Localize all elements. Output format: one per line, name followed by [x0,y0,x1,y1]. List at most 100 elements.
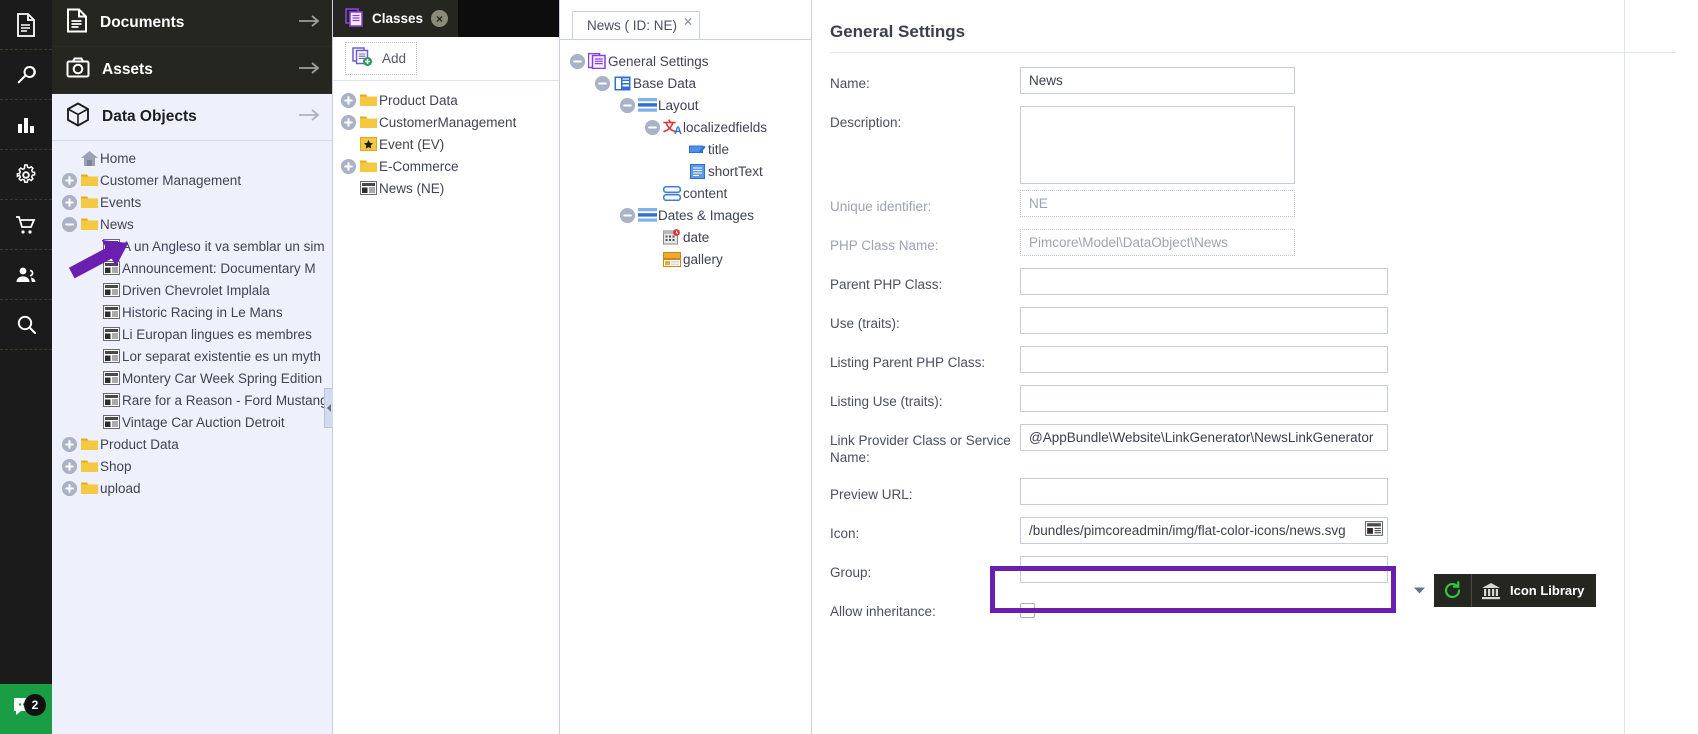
rail-item-customers[interactable] [0,250,52,300]
base-data-icon [611,76,633,91]
rail-item-settings[interactable] [0,150,52,200]
add-class-button[interactable]: Add [345,42,418,75]
description-textarea[interactable] [1020,106,1295,184]
definition-tree-item[interactable]: content [560,182,811,204]
expand-icon[interactable] [339,113,357,131]
definition-tree-item[interactable]: 文 Alocalizedfields [560,116,811,138]
definition-tree-item[interactable]: Base Data [560,72,811,94]
rail-spacer [0,350,52,734]
tree-item-label: Rare for a Reason - Ford Mustang [122,392,328,408]
tree-item[interactable]: upload [52,477,332,499]
tree-item[interactable]: Vintage Car Auction Detroit [52,411,332,433]
refresh-icon[interactable] [1434,574,1472,607]
expand-icon[interactable] [60,193,78,211]
expand-icon[interactable] [339,157,357,175]
tree-expander-spacer [82,347,100,365]
icon-library-button[interactable]: Icon Library [1434,574,1597,607]
definition-tree-item[interactable]: Dates & Images [560,204,811,226]
rail-item-documents[interactable] [0,0,52,50]
chat-support-button[interactable]: 2 [0,684,52,734]
class-tree-item[interactable]: Product Data [333,89,559,111]
definition-tree-item[interactable]: date [560,226,811,248]
field-label: Listing Use (traits): [830,394,943,409]
definition-tree-item[interactable]: General Settings [560,50,811,72]
collapse-icon[interactable] [568,52,586,70]
icon-path-input[interactable]: /bundles/pimcoreadmin/img/flat-color-ico… [1020,517,1388,544]
bank-icon [1472,574,1501,607]
collapse-icon[interactable] [618,96,636,114]
tree-expander-spacer [82,325,100,343]
tree-expander-spacer [82,369,100,387]
expand-icon[interactable] [339,91,357,109]
tree-item[interactable]: Product Data [52,433,332,455]
expand-icon[interactable] [60,435,78,453]
class-tree-item[interactable]: Event (EV) [333,133,559,155]
tab-classes[interactable]: Classes × [333,0,459,37]
nav-section-documents[interactable]: Documents [52,0,332,47]
tree-item[interactable]: Events [52,191,332,213]
field-input: Pimcore\Model\DataObject\News [1020,229,1295,256]
tree-item[interactable]: Lor separat existentie es un myth [52,345,332,367]
tree-item-label: Announcement: Documentary M [122,260,316,276]
collapse-icon[interactable] [60,215,78,233]
field-input[interactable] [1020,556,1388,583]
collapse-icon[interactable] [618,206,636,224]
form-row: Preview URL: [830,478,1698,505]
folder-icon [357,115,379,129]
close-icon[interactable]: ✕ [683,15,693,29]
icon-preview-icon[interactable] [1365,521,1383,536]
tree-item[interactable]: Historic Racing in Le Mans [52,301,332,323]
rail-item-ecommerce[interactable] [0,200,52,250]
tree-item[interactable]: Shop [52,455,332,477]
tree-item[interactable]: Announcement: Documentary M [52,257,332,279]
expand-icon[interactable] [60,479,78,497]
field-label: Icon: [830,526,860,541]
documents-icon [16,12,36,37]
class-tree-item[interactable]: News (NE) [333,177,559,199]
tree-item[interactable]: Home [52,147,332,169]
field-input[interactable] [1020,385,1388,412]
tree-item[interactable]: A un Angleso it va semblar un sim [52,235,332,257]
rail-item-reports[interactable] [0,100,52,150]
class-tree-item[interactable]: CustomerManagement [333,111,559,133]
tree-item[interactable]: Rare for a Reason - Ford Mustang [52,389,332,411]
field-input[interactable] [1020,307,1388,334]
tree-item[interactable]: Driven Chevrolet Implala [52,279,332,301]
rail-item-search[interactable] [0,300,52,350]
field-input[interactable]: @AppBundle\Website\LinkGenerator\NewsLin… [1020,424,1388,451]
folder-icon [78,481,100,495]
tab-news-class[interactable]: News ( ID: NE) ✕ [572,11,701,39]
nav-section-assets[interactable]: Assets [52,47,332,94]
class-tree-item[interactable]: E-Commerce [333,155,559,177]
field-input[interactable]: News [1020,67,1295,94]
panel-collapse-handle[interactable] [324,388,333,428]
news-icon [100,283,122,297]
arrow-right-icon [298,108,320,127]
definition-tree-item-label: gallery [683,251,723,267]
definition-tree-item[interactable]: shortText [560,160,811,182]
field-input[interactable] [1020,346,1388,373]
expand-icon[interactable] [60,171,78,189]
field-label: Unique identifier: [830,199,932,214]
field-input[interactable] [1020,268,1388,295]
tree-item-label: News [100,216,134,232]
allow-inheritance-checkbox[interactable] [1020,603,1035,618]
definition-tree-item-label: title [708,141,730,157]
collapse-icon[interactable] [643,118,661,136]
expand-icon[interactable] [60,457,78,475]
field-input[interactable] [1020,478,1388,505]
tree-item[interactable]: Li Europan lingues es membres [52,323,332,345]
tree-item[interactable]: Customer Management [52,169,332,191]
tree-item[interactable]: News [52,213,332,235]
tree-item[interactable]: Montery Car Week Spring Edition [52,367,332,389]
rail-item-tools[interactable] [0,50,52,100]
class-tree-item-label: E-Commerce [379,158,459,174]
nav-section-data-objects[interactable]: Data Objects [52,94,332,141]
close-icon[interactable]: × [431,10,449,27]
class-tree-item-label: CustomerManagement [379,114,517,130]
icon-combo-arrow[interactable] [1409,580,1429,600]
collapse-icon[interactable] [593,74,611,92]
definition-tree-item[interactable]: gallery [560,248,811,270]
definition-tree-item[interactable]: Layout [560,94,811,116]
definition-tree-item[interactable]: title [560,138,811,160]
